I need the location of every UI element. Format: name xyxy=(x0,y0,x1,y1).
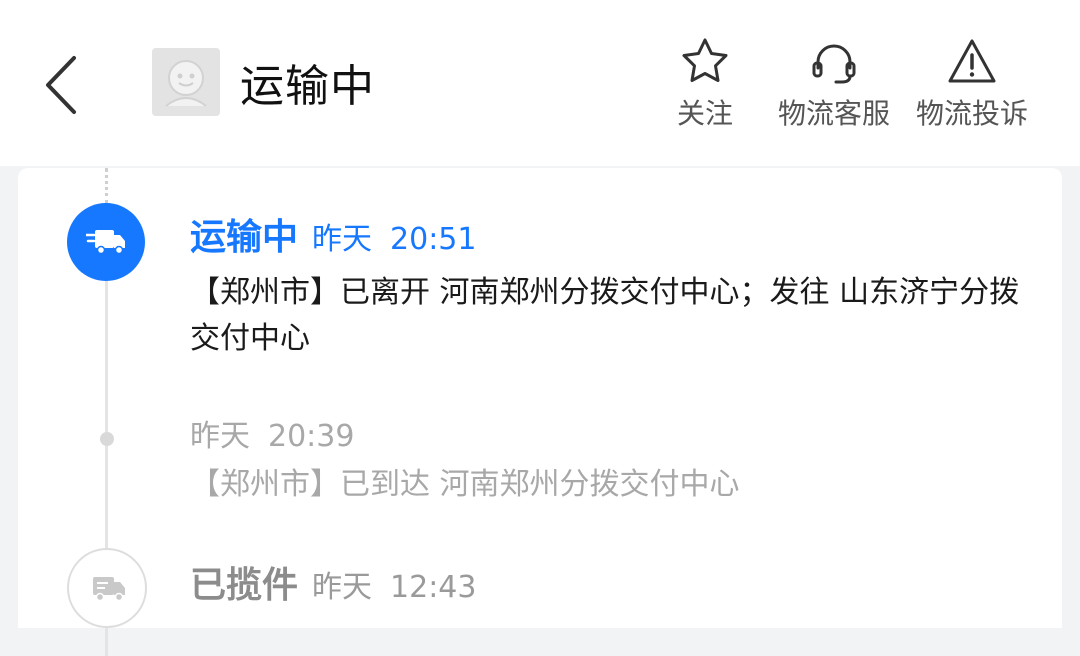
page-title: 运输中 xyxy=(240,61,375,112)
timeline-node-picked-up xyxy=(67,548,147,628)
headset-icon xyxy=(812,44,856,84)
star-icon xyxy=(682,38,728,82)
logistics-complaint-label: 物流投诉 xyxy=(915,97,1028,130)
follow-label: 关注 xyxy=(676,97,733,130)
event-description: 【郑州市】已到达 河南郑州分拨交付中心 xyxy=(190,467,740,502)
truck-icon xyxy=(93,577,125,602)
event-date: 昨天 xyxy=(312,222,373,257)
event-time: 20:39 xyxy=(268,419,355,454)
warning-icon xyxy=(948,39,996,83)
event-header: 昨天 20:39 xyxy=(190,417,354,457)
event-status: 已揽件 xyxy=(190,565,299,606)
top-bar: 运输中 关注 物流客服 物流投诉 xyxy=(0,0,1080,166)
event-description: 【郑州市】已离开 河南郑州分拨交付中心；发往 山东济宁分拨交付中心 xyxy=(190,275,1020,356)
timeline-connector-top xyxy=(105,168,108,204)
chevron-left-icon xyxy=(46,56,76,114)
logistics-service-button[interactable]: 物流客服 xyxy=(772,34,896,144)
event-time: 12:43 xyxy=(390,570,477,605)
back-button[interactable] xyxy=(36,50,86,120)
courier-logo xyxy=(152,48,220,116)
event-header: 运输中 昨天 20:51 xyxy=(190,218,476,260)
event-date: 昨天 xyxy=(312,570,373,605)
event-status: 运输中 xyxy=(190,217,299,258)
follow-button[interactable]: 关注 xyxy=(670,34,740,144)
event-date: 昨天 xyxy=(190,419,250,454)
event-header: 已揽件 昨天 12:43 xyxy=(190,566,476,608)
logistics-service-label: 物流客服 xyxy=(777,97,890,130)
timeline-node-in-transit xyxy=(67,203,145,281)
tracking-card: 运输中 昨天 20:51 【郑州市】已离开 河南郑州分拨交付中心；发往 山东济宁分拨… xyxy=(18,168,1062,656)
event-time: 20:51 xyxy=(390,222,477,257)
logistics-complaint-button[interactable]: 物流投诉 xyxy=(910,34,1034,144)
timeline-node-dot xyxy=(100,432,114,446)
truck-icon xyxy=(86,230,125,255)
